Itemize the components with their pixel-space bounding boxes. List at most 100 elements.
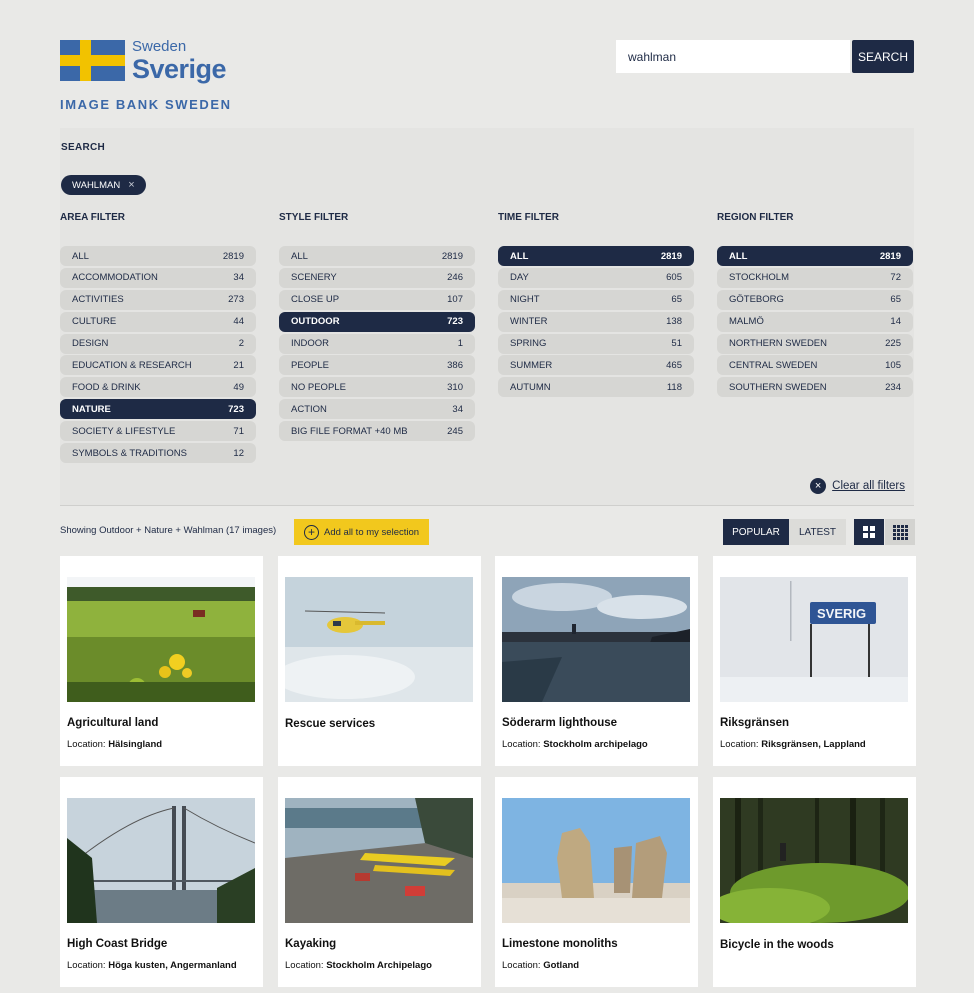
image-kayaking[interactable] [285, 798, 473, 923]
filter-item-count: 234 [885, 381, 901, 393]
filter-item[interactable]: NATURE 723 [60, 399, 256, 420]
filter-item[interactable]: CENTRAL SWEDEN 105 [717, 355, 913, 376]
image-bicycle-in-the-woods[interactable] [720, 798, 908, 923]
add-all-label: Add all to my selection [324, 526, 420, 538]
filter-item[interactable]: NIGHT 65 [498, 289, 694, 310]
image-card[interactable]: SVERIG Riksgränsen Location: Riksgränsen… [713, 556, 916, 766]
filter-item[interactable]: ALL 2819 [60, 246, 256, 266]
time-filter: TIME FILTER ALL 2819 DAY 605 NIGHT 65 WINTER 138… [498, 212, 694, 399]
filter-item-count: 465 [666, 359, 682, 371]
image-riksgransen[interactable]: SVERIG [720, 577, 908, 702]
filter-item-label: SPRING [510, 338, 547, 350]
filter-item[interactable]: STOCKHOLM 72 [717, 267, 913, 288]
style-filter: STYLE FILTER ALL 2819 SCENERY 246 CLOSE UP 107… [279, 212, 475, 443]
card-title[interactable]: Rescue services [285, 718, 375, 730]
image-card[interactable]: Agricultural land Location: Hälsingland [60, 556, 263, 766]
filter-item-label: EDUCATION & RESEARCH [72, 359, 192, 371]
filter-item[interactable]: OUTDOOR 723 [279, 311, 475, 332]
image-card[interactable]: Limestone monoliths Location: Gotland [495, 777, 698, 987]
filter-item[interactable]: SUMMER 465 [498, 355, 694, 376]
filter-item-label: GÖTEBORG [729, 294, 784, 306]
filter-item-count: 2 [238, 338, 244, 350]
filter-item[interactable]: WINTER 138 [498, 311, 694, 332]
filter-item-count: 138 [666, 316, 682, 328]
filter-item-label: NATURE [72, 403, 111, 415]
add-all-to-selection-button[interactable]: + Add all to my selection [294, 519, 429, 545]
filter-item[interactable]: GÖTEBORG 65 [717, 289, 913, 310]
filter-item[interactable]: BIG FILE FORMAT +40 MB 245 [279, 421, 475, 442]
filter-title: TIME FILTER [498, 212, 559, 223]
filter-item-count: 72 [890, 272, 901, 284]
filter-title: REGION FILTER [717, 212, 794, 223]
filter-item[interactable]: MALMÖ 14 [717, 311, 913, 332]
filter-item[interactable]: CULTURE 44 [60, 311, 256, 332]
image-card[interactable]: Rescue services [278, 556, 481, 766]
filter-item[interactable]: ACCOMMODATION 34 [60, 267, 256, 288]
card-title[interactable]: Riksgränsen [720, 717, 789, 729]
filter-item[interactable]: PEOPLE 386 [279, 355, 475, 376]
filter-item-label: DAY [510, 272, 529, 284]
filter-item[interactable]: NO PEOPLE 310 [279, 377, 475, 398]
filter-item[interactable]: DAY 605 [498, 267, 694, 288]
filter-item-label: CLOSE UP [291, 294, 340, 306]
sort-latest-button[interactable]: LATEST [789, 519, 846, 545]
remove-tag-icon[interactable]: × [128, 179, 134, 191]
card-title[interactable]: Söderarm lighthouse [502, 717, 617, 729]
filter-item[interactable]: ACTION 34 [279, 399, 475, 420]
filter-item-label: BIG FILE FORMAT +40 MB [291, 425, 408, 437]
card-location: Location: Gotland [502, 960, 580, 971]
small-grid-view-icon[interactable] [885, 519, 915, 545]
image-card[interactable]: Kayaking Location: Stockholm Archipelago [278, 777, 481, 987]
image-agricultural-land[interactable] [67, 577, 255, 702]
filter-item[interactable]: EDUCATION & RESEARCH 21 [60, 355, 256, 376]
filter-item[interactable]: CLOSE UP 107 [279, 289, 475, 310]
clear-all-filters-link[interactable]: × Clear all filters [810, 478, 905, 494]
filter-item-label: SUMMER [510, 359, 553, 371]
filter-item[interactable]: INDOOR 1 [279, 333, 475, 354]
card-location: Location: Stockholm archipelago [502, 739, 648, 750]
filter-item[interactable]: SOCIETY & LIFESTYLE 71 [60, 421, 256, 442]
filter-item[interactable]: ALL 2819 [717, 246, 913, 266]
filter-item[interactable]: AUTUMN 118 [498, 377, 694, 398]
filter-title: AREA FILTER [60, 212, 125, 223]
card-title[interactable]: High Coast Bridge [67, 938, 167, 950]
large-grid-view-icon[interactable] [854, 519, 884, 545]
search-input[interactable] [616, 40, 850, 73]
image-card[interactable]: Söderarm lighthouse Location: Stockholm … [495, 556, 698, 766]
card-title[interactable]: Agricultural land [67, 717, 158, 729]
sort-popular-button[interactable]: POPULAR [723, 519, 789, 545]
plus-circle-icon: + [304, 524, 319, 540]
filter-item[interactable]: NORTHERN SWEDEN 225 [717, 333, 913, 354]
image-limestone-monoliths[interactable] [502, 798, 690, 923]
card-title[interactable]: Kayaking [285, 938, 336, 950]
filter-item-label: ALL [72, 250, 89, 262]
search-tag-label: WAHLMAN [72, 179, 121, 191]
image-rescue-services[interactable] [285, 577, 473, 702]
filter-item[interactable]: SOUTHERN SWEDEN 234 [717, 377, 913, 398]
filter-item[interactable]: DESIGN 2 [60, 333, 256, 354]
filter-item-count: 386 [447, 359, 463, 371]
filter-item-label: ACCOMMODATION [72, 272, 158, 284]
filter-item[interactable]: SCENERY 246 [279, 267, 475, 288]
filter-item[interactable]: ACTIVITIES 273 [60, 289, 256, 310]
filter-item-count: 14 [890, 316, 901, 328]
sverige-logo[interactable]: Sweden Sverige IMAGE BANK SWEDEN [60, 38, 240, 120]
search-button[interactable]: SEARCH [852, 40, 914, 73]
filter-item-count: 245 [447, 425, 463, 437]
card-location: Location: Riksgränsen, Lappland [720, 739, 866, 750]
card-title[interactable]: Bicycle in the woods [720, 939, 834, 951]
card-location: Location: Stockholm Archipelago [285, 960, 432, 971]
image-soderarm-lighthouse[interactable] [502, 577, 690, 702]
filter-item-count: 246 [447, 272, 463, 284]
filter-item[interactable]: ALL 2819 [279, 246, 475, 266]
card-title[interactable]: Limestone monoliths [502, 938, 618, 950]
filter-item[interactable]: SPRING 51 [498, 333, 694, 354]
filter-item-label: CULTURE [72, 316, 117, 328]
filter-item[interactable]: ALL 2819 [498, 246, 694, 266]
filter-item[interactable]: SYMBOLS & TRADITIONS 12 [60, 443, 256, 464]
search-tag-wahlman[interactable]: WAHLMAN × [61, 175, 146, 195]
image-high-coast-bridge[interactable] [67, 798, 255, 923]
image-card[interactable]: High Coast Bridge Location: Höga kusten,… [60, 777, 263, 987]
filter-item[interactable]: FOOD & DRINK 49 [60, 377, 256, 398]
image-card[interactable]: Bicycle in the woods [713, 777, 916, 987]
